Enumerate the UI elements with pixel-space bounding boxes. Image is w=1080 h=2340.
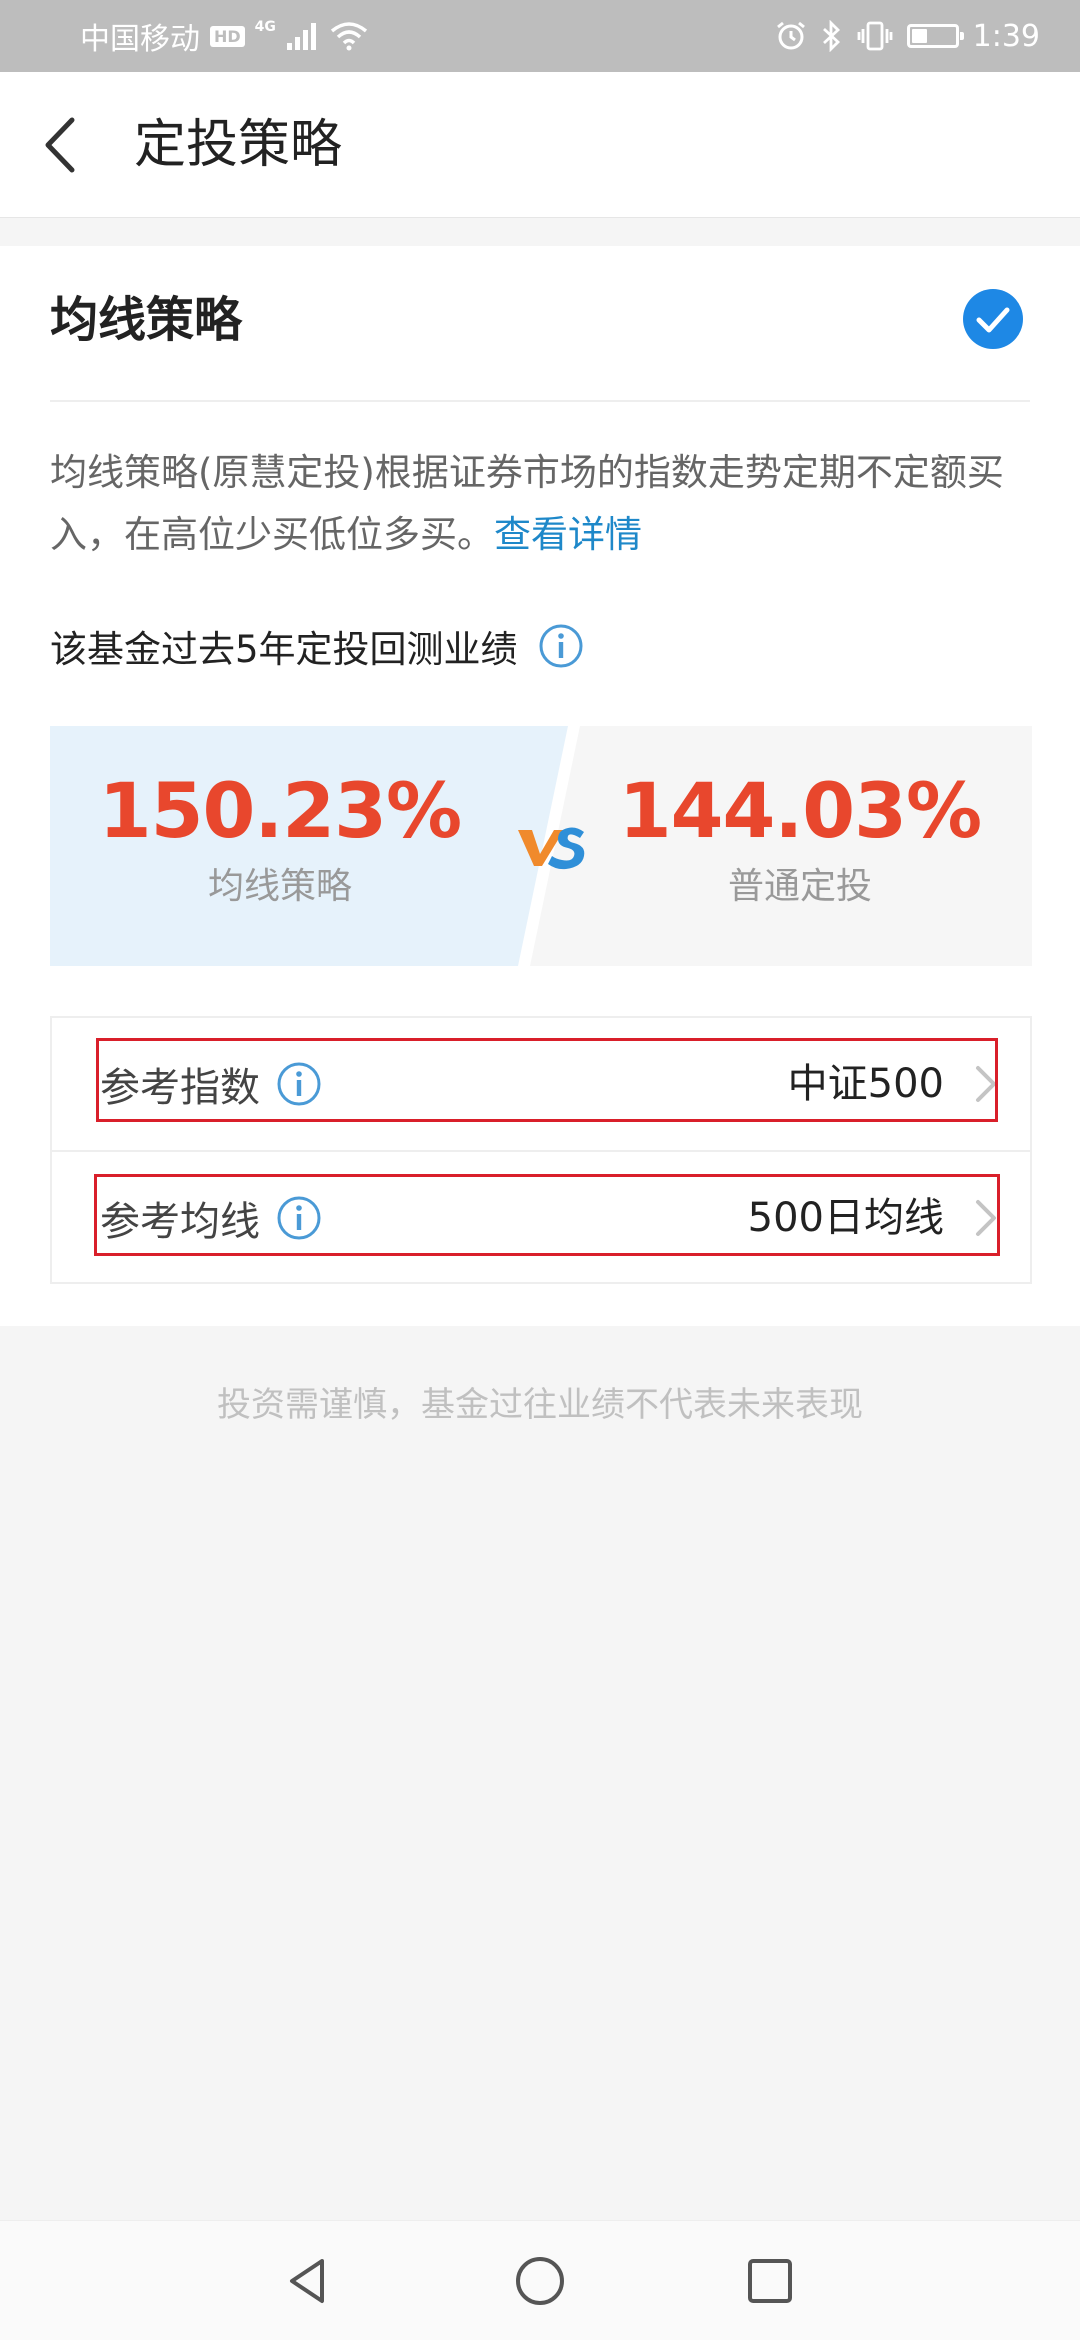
network-type: 4G [254, 19, 276, 35]
ma-strategy-label: 均线策略 [207, 866, 352, 907]
reference-index-label: 参考指数 [100, 1065, 260, 1111]
performance-comparison: 150.23% 均线策略 144.03% 普通定投 [50, 726, 1032, 966]
backtest-label: 该基金过去5年定投回测业绩 [50, 628, 518, 671]
clock: 1:39 [972, 18, 1040, 54]
triangle-back-icon [290, 2259, 324, 2303]
alarm-icon [776, 21, 805, 50]
info-icon[interactable] [276, 1061, 322, 1107]
strategy-description: 均线策略(原慧定投)根据证券市场的指数走势定期不定额买入，在高位少买低位多买。查… [50, 442, 1040, 566]
reference-index-value: 中证500 [787, 1061, 944, 1107]
detail-link[interactable]: 查看详情 [494, 513, 642, 556]
regular-plan-return: 144.03% [618, 766, 982, 855]
app-header: 定投策略 [0, 72, 1080, 218]
back-button[interactable] [30, 110, 100, 180]
selected-check-icon[interactable] [962, 288, 1024, 350]
system-nav-bar [0, 2220, 1080, 2340]
disclaimer: 投资需谨慎，基金过往业绩不代表未来表现 [217, 1385, 863, 1425]
reference-list: 参考指数 中证500 参考均线 500日均线 [50, 1016, 1032, 1284]
screen: 中国移动 HD 4G 1:39 定投策略 均线策略 均线策略(原慧定投)根据证券… [0, 0, 1080, 2340]
info-icon[interactable] [538, 623, 584, 669]
bluetooth-icon [822, 20, 840, 52]
page-title: 定投策略 [134, 115, 343, 175]
chevron-right-icon [976, 1066, 996, 1102]
vs-icon [518, 827, 585, 870]
reference-ma-label-group: 参考均线 [100, 1190, 322, 1246]
hd-badge: HD [210, 25, 245, 47]
nav-recents-button[interactable] [740, 2251, 800, 2311]
reference-index-row[interactable]: 参考指数 中证500 [52, 1018, 1030, 1152]
nav-home-button[interactable] [510, 2251, 570, 2311]
status-right: 1:39 [775, 16, 1040, 56]
vibrate-icon [857, 21, 893, 51]
regular-plan-label: 普通定投 [727, 866, 872, 907]
strategy-title[interactable]: 均线策略 [50, 290, 242, 350]
backtest-heading: 该基金过去5年定投回测业绩 [50, 618, 584, 674]
square-recents-icon [748, 2259, 792, 2303]
chevron-right-icon [976, 1200, 996, 1236]
reference-ma-label: 参考均线 [100, 1199, 260, 1245]
chevron-left-icon [45, 117, 75, 173]
reference-ma-row[interactable]: 参考均线 500日均线 [52, 1152, 1030, 1284]
status-left: 中国移动 HD 4G [80, 16, 368, 57]
strategy-card: 均线策略 均线策略(原慧定投)根据证券市场的指数走势定期不定额买入，在高位少买低… [0, 246, 1080, 1326]
ma-strategy-return: 150.23% [98, 766, 462, 855]
reference-index-label-group: 参考指数 [100, 1056, 322, 1112]
reference-ma-value: 500日均线 [747, 1195, 944, 1241]
status-bar: 中国移动 HD 4G 1:39 [0, 0, 1080, 72]
battery-level [911, 29, 927, 43]
signal-icon [286, 23, 316, 50]
divider [50, 400, 1030, 402]
nav-back-button[interactable] [278, 2251, 338, 2311]
battery-icon [906, 24, 964, 48]
circle-home-icon [516, 2257, 564, 2305]
info-icon[interactable] [276, 1195, 322, 1241]
carrier-name: 中国移动 [80, 22, 200, 57]
wifi-icon [330, 22, 368, 51]
